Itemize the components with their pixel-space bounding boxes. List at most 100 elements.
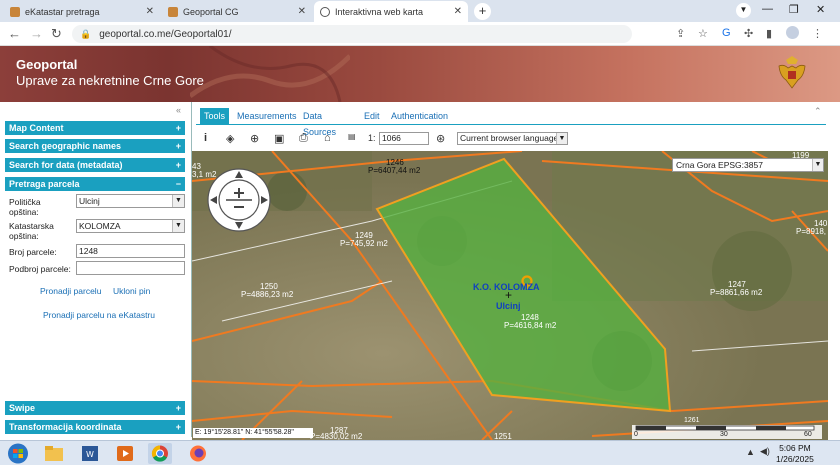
expand-icon: + [175, 123, 181, 133]
tab-data-sources[interactable]: Data Sources [299, 108, 340, 137]
crs-select[interactable]: Crna Gora EPSG:3857 ▼ [672, 158, 824, 172]
maximize-icon[interactable]: ❐ [789, 3, 799, 16]
scale-input[interactable]: 1066 [379, 132, 429, 145]
select-value: Current browser language [460, 133, 559, 143]
scale-tick: 0 [634, 431, 638, 438]
layers-icon[interactable]: ◈ [226, 132, 234, 145]
language-select[interactable]: Current browser language ▼ [457, 132, 568, 145]
url-text: geoportal.co.me/Geoportal01/ [99, 28, 232, 40]
word-icon[interactable]: W [78, 443, 102, 464]
tab-title: Geoportal CG [183, 6, 239, 17]
browser-tab-web-karta[interactable]: Interaktivna web karta ✕ [314, 1, 468, 22]
katastarska-select[interactable]: KOLOMZA ▼ [76, 219, 185, 233]
system-clock[interactable]: 5:06 PM 1/26/2025 [776, 443, 814, 465]
address-bar-row: ← → ↻ 🔒 geoportal.co.me/Geoportal01/ ⇪ ☆… [0, 22, 840, 46]
share-icon[interactable]: ⇪ [676, 27, 685, 40]
volume-icon[interactable]: ◀) [760, 446, 770, 457]
parcel-area: P=745,92 m2 [340, 239, 388, 248]
tray-overflow-icon[interactable]: ▲ [746, 447, 755, 457]
tab-search-icon[interactable]: ▼ [736, 3, 751, 18]
select-value: KOLOMZA [79, 221, 121, 231]
expand-icon: + [175, 141, 181, 151]
browser-tab-geoportal[interactable]: Geoportal CG ✕ [162, 1, 312, 22]
zoom-icon[interactable]: ⊕ [250, 132, 259, 145]
tab-authentication[interactable]: Authentication [387, 108, 452, 124]
section-title: Search geographic names [9, 141, 122, 151]
section-title: Map Content [9, 123, 64, 133]
sidebar-icon[interactable]: ▮ [766, 27, 772, 40]
banner-title: Geoportal [16, 57, 78, 72]
podbroj-input[interactable] [76, 261, 185, 275]
chrome-icon[interactable] [148, 443, 172, 464]
section-search-geographic[interactable]: Search geographic names + [5, 139, 185, 153]
expand-icon: + [175, 422, 181, 432]
banner-subtitle: Uprave za nekretnine Crne Gore [16, 73, 204, 88]
collapse-panel-icon[interactable]: « [176, 105, 181, 115]
tab-measurements[interactable]: Measurements [233, 108, 301, 124]
chevron-down-icon: ▼ [172, 220, 184, 232]
file-explorer-icon[interactable] [42, 443, 66, 464]
section-title: Search for data (metadata) [9, 160, 123, 170]
section-transformacija[interactable]: Transformacija koordinata + [5, 420, 185, 434]
parcel-label: 1251 [494, 432, 512, 440]
url-field[interactable]: 🔒 geoportal.co.me/Geoportal01/ [72, 25, 632, 43]
expand-icon: + [175, 403, 181, 413]
pronadji-parcelu-link[interactable]: Pronadji parcelu [40, 286, 101, 296]
window-close-icon[interactable]: ✕ [816, 3, 825, 16]
collapse-top-icon[interactable]: ⌃ [814, 106, 822, 117]
close-icon[interactable]: ✕ [454, 6, 462, 17]
section-map-content[interactable]: Map Content + [5, 121, 185, 135]
scale-icon[interactable]: ▤ [348, 132, 356, 141]
home-icon[interactable]: ⌂ [324, 132, 331, 144]
section-search-metadata[interactable]: Search for data (metadata) + [5, 158, 185, 172]
back-icon[interactable]: ← [8, 26, 21, 41]
section-swipe[interactable]: Swipe + [5, 401, 185, 415]
close-icon[interactable]: ✕ [298, 6, 306, 17]
avatar[interactable] [786, 26, 799, 39]
tab-edit[interactable]: Edit [360, 108, 384, 124]
parcel-area: P=4616,84 m2 [504, 321, 557, 330]
minimize-icon[interactable]: — [762, 3, 773, 15]
scale-prefix: 1: [368, 133, 376, 143]
windows-start-icon[interactable] [6, 443, 30, 464]
star-icon[interactable]: ☆ [698, 27, 708, 40]
chevron-down-icon: ▼ [556, 133, 567, 144]
clock-date: 1/26/2025 [776, 454, 814, 464]
select-value: Ulcinj [79, 196, 100, 206]
ukloni-pin-link[interactable]: Ukloni pin [113, 286, 150, 296]
broj-label: Broj parcele: [9, 247, 57, 257]
media-player-icon[interactable] [113, 443, 137, 464]
broj-input[interactable]: 1248 [76, 244, 185, 258]
browser-tab-ekatastar[interactable]: eKatastar pretraga ✕ [4, 1, 160, 22]
section-pretraga-parcela[interactable]: Pretraga parcela − [5, 177, 185, 191]
parcel-area: 3,1 m2 [192, 170, 217, 179]
ekatastar-link[interactable]: Pronadji parcelu na eKatastru [43, 310, 155, 320]
browser-tab-strip: eKatastar pretraga ✕ Geoportal CG ✕ Inte… [0, 0, 840, 22]
info-icon[interactable]: i [204, 132, 207, 144]
firefox-icon[interactable] [186, 443, 210, 464]
podbroj-label: Podbroj parcele: [9, 264, 71, 274]
extensions-icon[interactable]: ✣ [744, 27, 753, 40]
globe-icon [320, 6, 330, 17]
print-icon[interactable]: ⎙ [299, 132, 308, 145]
translate-icon[interactable]: G [722, 27, 731, 39]
svg-text:W: W [86, 450, 94, 459]
menu-kebab-icon[interactable]: ⋮ [812, 27, 823, 40]
politicka-label: Politička opština: [9, 197, 41, 217]
municipality-label: Ulcinj [496, 301, 521, 311]
map-canvas[interactable]: + 1246 P=6407,44 m2 1249 P=745,92 m2 125… [192, 151, 828, 440]
site-favicon-icon [10, 6, 20, 17]
tab-tools[interactable]: Tools [200, 108, 230, 124]
save-icon[interactable]: ▣ [274, 132, 284, 145]
scale-tick: 30 [720, 431, 728, 438]
new-tab-button[interactable]: + [474, 3, 491, 20]
politicka-select[interactable]: Ulcinj ▼ [76, 194, 185, 208]
forward-icon[interactable]: → [30, 26, 43, 41]
tab-title: Interaktivna web karta [335, 6, 424, 17]
cadastral-municipality-label: K.O. KOLOMZA [473, 282, 540, 292]
montenegro-crest-icon [778, 56, 806, 89]
lock-icon: 🔒 [80, 28, 92, 39]
search-icon[interactable]: ⊛ [436, 132, 445, 145]
close-icon[interactable]: ✕ [146, 6, 154, 17]
reload-icon[interactable]: ↻ [51, 26, 62, 42]
